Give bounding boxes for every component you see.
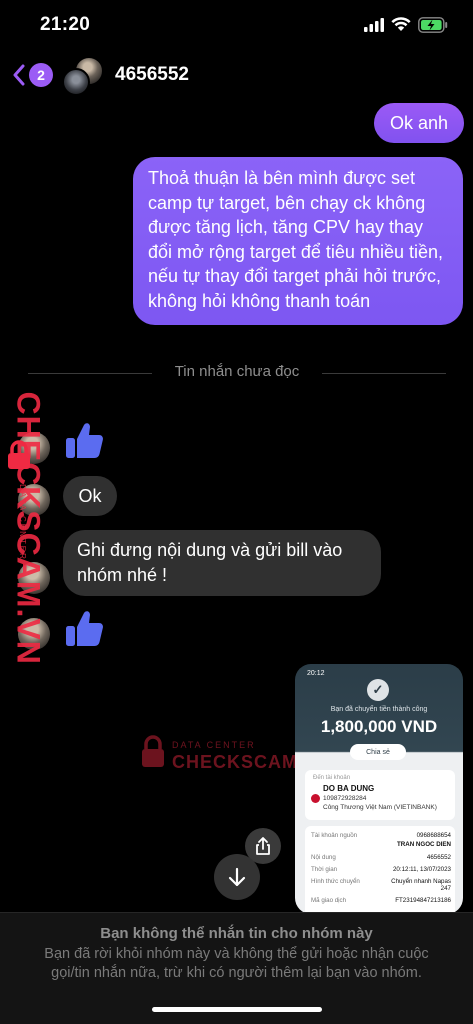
receipt-row: Thời gian 20:12:11, 13/07/2023 [311, 866, 451, 873]
back-button[interactable]: 2 [12, 60, 54, 90]
group-avatar[interactable] [62, 56, 106, 96]
thumbs-up-icon[interactable] [63, 420, 105, 462]
home-indicator[interactable] [152, 1007, 322, 1012]
receipt-time: 20:12 [307, 670, 325, 677]
watermark-vertical-sub: DATA CENTER [17, 484, 27, 561]
thumbs-up-icon[interactable] [63, 608, 105, 650]
battery-charging-icon [418, 17, 448, 33]
receipt-recipient-card: Đến tài khoản DO BA DUNG 109872928284 Cô… [305, 770, 455, 820]
receipt-row: Mã giao dịch FT23194847213186 [311, 897, 451, 904]
member-avatar [62, 68, 90, 96]
receipt-share-button: Chia sẻ [350, 744, 406, 760]
receipt-success-text: Bạn đã chuyển tiền thành công [330, 706, 428, 713]
receipt-recipient-bank: Công Thương Việt Nam (VIETINBANK) [323, 804, 437, 811]
receipt-row: Hình thức chuyển Chuyển nhanh Napas 247 [311, 878, 451, 892]
watermark-center-sub: DATA CENTER [172, 740, 256, 750]
divider-line [322, 373, 446, 374]
receipt-recipient-name: DO BA DUNG [323, 784, 375, 793]
outgoing-message[interactable]: Thoả thuận là bên mình được set camp tự … [133, 157, 463, 325]
chevron-left-icon [13, 64, 25, 86]
notice-title: Bạn không thể nhắn tin cho nhóm này [100, 925, 373, 942]
receipt-recipient-account: 109872928284 [323, 795, 367, 802]
divider-line [28, 373, 152, 374]
unread-count-badge: 2 [29, 63, 53, 87]
outgoing-message[interactable]: Ok anh [374, 103, 464, 143]
incoming-message[interactable]: Ok [63, 476, 117, 516]
status-time: 21:20 [40, 14, 91, 35]
transfer-receipt-image[interactable]: 20:12 ✓ Bạn đã chuyển tiền thành công 1,… [295, 664, 463, 914]
scroll-to-bottom-button[interactable] [214, 854, 260, 900]
notice-body: Bạn đã rời khỏi nhóm này và không thể gử… [44, 946, 429, 981]
watermark-lock-icon [142, 735, 164, 767]
chat-header: 2 4656552 [0, 52, 473, 100]
receipt-to-label: Đến tài khoản [313, 775, 351, 781]
cellular-signal-icon [364, 18, 384, 32]
wifi-icon [391, 17, 411, 31]
bank-logo-icon [311, 794, 320, 803]
incoming-message[interactable]: Ghi đưng nội dung và gửi bill vào nhóm n… [63, 530, 381, 596]
receipt-row: Nội dung 4656552 [311, 854, 451, 861]
watermark-vertical: CHECKSCAM.VN [10, 391, 47, 665]
check-icon: ✓ [367, 679, 389, 701]
receipt-details: Tài khoản nguồn 0968688654 TRAN NGOC DIEN… [305, 826, 455, 914]
unread-divider-label: Tin nhắn chưa đọc [174, 363, 300, 380]
receipt-row: Tài khoản nguồn 0968688654 [311, 832, 451, 839]
chat-title[interactable]: 4656552 [115, 64, 189, 86]
share-icon [256, 837, 270, 855]
receipt-amount: 1,800,000 VND [320, 717, 438, 736]
arrow-down-icon [228, 867, 246, 887]
status-bar: 21:20 [0, 0, 473, 52]
